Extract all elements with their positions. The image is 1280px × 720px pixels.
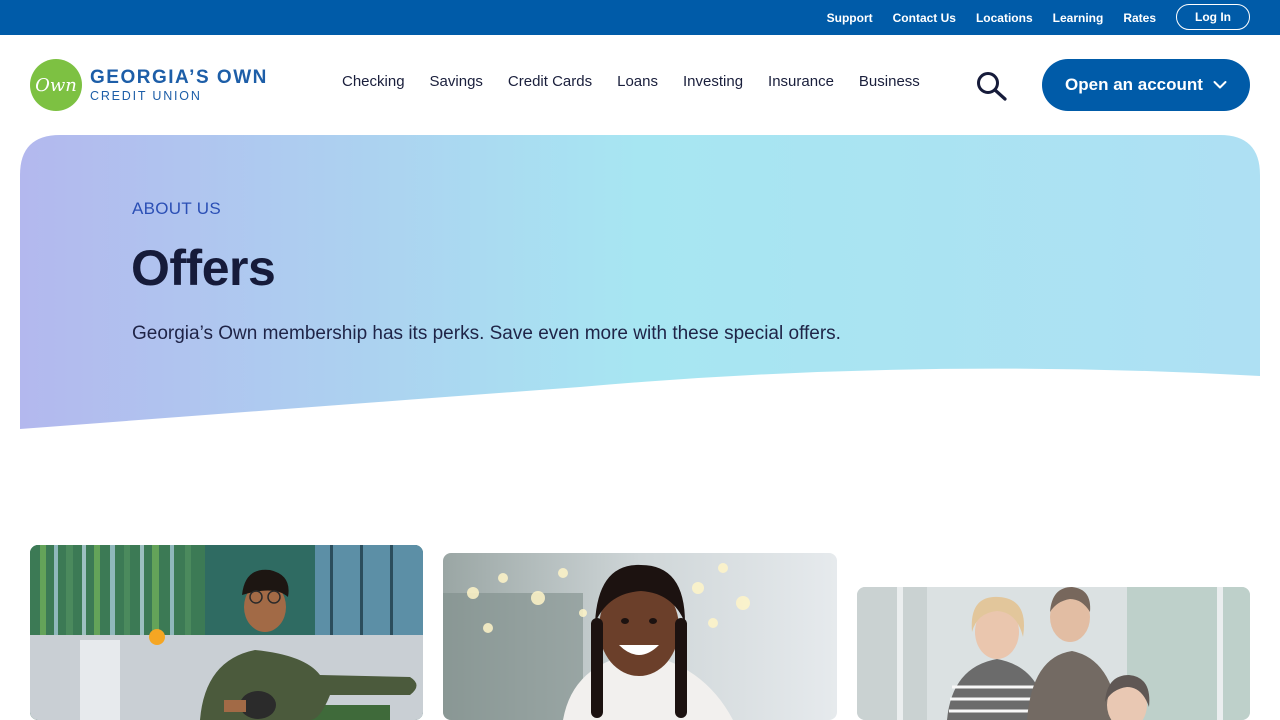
smiling-girl-holiday-lights-photo: [443, 553, 837, 720]
hero-banner: ABOUT US Offers Georgia’s Own membership…: [20, 135, 1260, 435]
utility-nav: Support Contact Us Locations Learning Ra…: [827, 0, 1156, 35]
search-button[interactable]: [975, 71, 1009, 101]
offer-card-family[interactable]: [857, 587, 1250, 720]
man-playing-ping-pong-photo: [30, 545, 423, 720]
logo-subname: CREDIT UNION: [90, 88, 202, 103]
family-dinner-photo: [857, 587, 1250, 720]
utility-link-contact-us[interactable]: Contact Us: [893, 11, 956, 25]
offer-card-ping-pong[interactable]: [30, 545, 423, 720]
logo-mark: Own: [30, 59, 82, 111]
nav-item-savings[interactable]: Savings: [430, 73, 483, 90]
utility-link-support[interactable]: Support: [827, 11, 873, 25]
nav-item-insurance[interactable]: Insurance: [768, 73, 834, 90]
utility-link-locations[interactable]: Locations: [976, 11, 1033, 25]
georgias-own-logo[interactable]: Own GEORGIA’S OWN CREDIT UNION: [30, 59, 268, 111]
open-account-button[interactable]: Open an account: [1042, 59, 1250, 111]
nav-item-business[interactable]: Business: [859, 73, 920, 90]
nav-item-investing[interactable]: Investing: [683, 73, 743, 90]
hero-eyebrow: ABOUT US: [132, 199, 221, 218]
open-account-label: Open an account: [1065, 75, 1203, 94]
site-header: Own GEORGIA’S OWN CREDIT UNION Checking …: [0, 35, 1280, 135]
offer-card-holiday[interactable]: [443, 553, 837, 720]
utility-bar: Support Contact Us Locations Learning Ra…: [0, 0, 1280, 35]
main-nav: Checking Savings Credit Cards Loans Inve…: [342, 73, 920, 90]
page-title: Offers: [131, 240, 276, 296]
nav-item-credit-cards[interactable]: Credit Cards: [508, 73, 592, 90]
utility-link-rates[interactable]: Rates: [1123, 11, 1156, 25]
chevron-down-icon: [1213, 81, 1227, 89]
nav-item-checking[interactable]: Checking: [342, 73, 405, 90]
search-icon: [977, 72, 1007, 101]
hero-description: Georgia’s Own membership has its perks. …: [132, 323, 841, 344]
logo-name: GEORGIA’S OWN: [90, 66, 268, 88]
nav-item-loans[interactable]: Loans: [617, 73, 658, 90]
logo-wordmark: GEORGIA’S OWN CREDIT UNION: [90, 68, 268, 103]
utility-link-learning[interactable]: Learning: [1053, 11, 1104, 25]
log-in-button[interactable]: Log In: [1176, 4, 1250, 30]
